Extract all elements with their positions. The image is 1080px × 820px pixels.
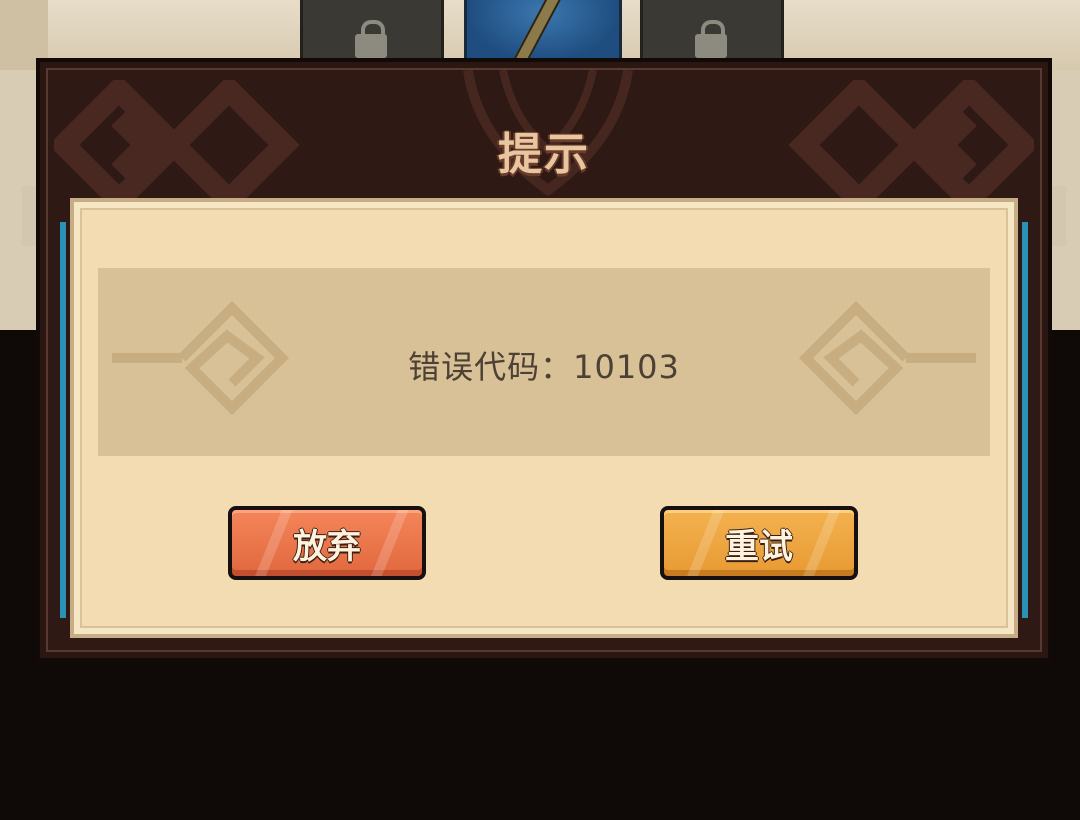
retry-button-label: 重试 [725, 526, 793, 567]
button-stripe [795, 510, 843, 576]
retry-button[interactable]: 重试 [660, 506, 858, 580]
background-side-bar-left [22, 186, 36, 246]
abandon-button[interactable]: 放弃 [228, 506, 426, 580]
locked-slot-left [300, 0, 444, 65]
background-side-bar-right [1052, 186, 1066, 246]
button-stripe [363, 510, 411, 576]
locked-slot-right [640, 0, 784, 65]
button-stripe [679, 510, 727, 576]
button-stripe [247, 510, 295, 576]
dialog-content-panel: 错误代码：10103 放弃 重试 [70, 198, 1018, 638]
error-message: 错误代码：10103 [408, 348, 680, 386]
weapon-slot [464, 0, 622, 68]
abandon-button-label: 放弃 [293, 526, 361, 567]
dialog-title: 提示 [498, 129, 590, 180]
message-band: 错误代码：10103 [98, 268, 990, 456]
alert-dialog: 提示 错误代码：10103 放弃 重试 [36, 58, 1052, 662]
